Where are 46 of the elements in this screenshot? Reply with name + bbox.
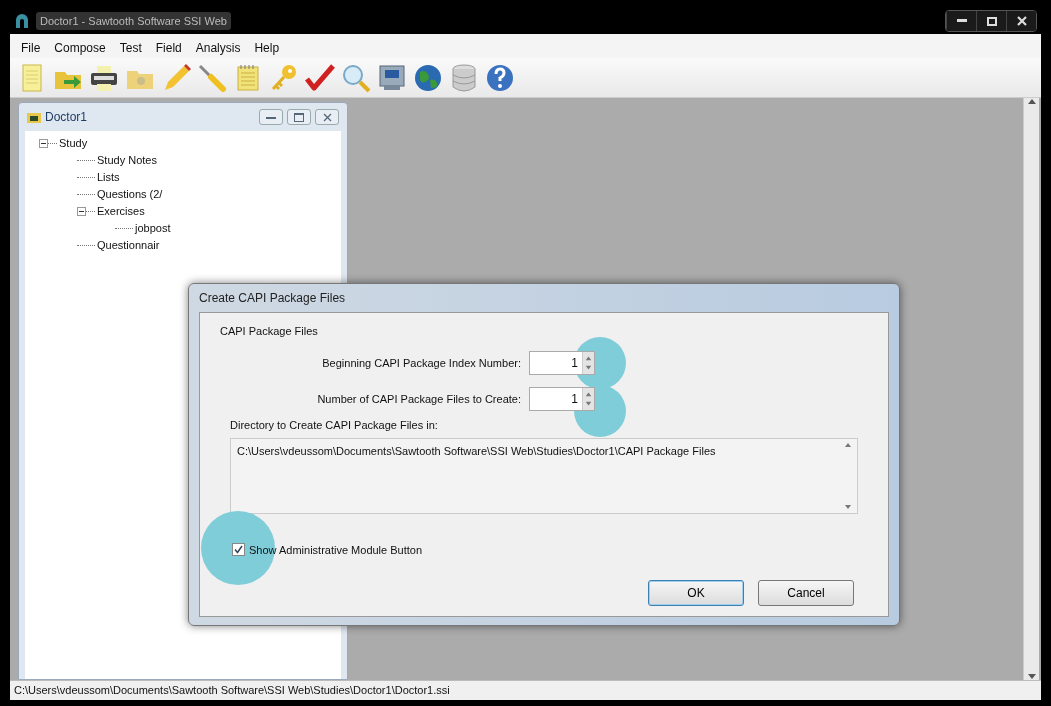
tree-item[interactable]: Exercises <box>95 203 145 220</box>
menu-item[interactable]: Test <box>112 37 149 58</box>
menu-item[interactable]: Compose <box>47 37 113 58</box>
spin-arrows-icon[interactable] <box>582 388 594 410</box>
minimize-button[interactable] <box>946 11 976 31</box>
vertical-scrollbar[interactable] <box>1023 98 1039 680</box>
menu-item[interactable]: File <box>14 37 48 58</box>
status-bar: C:\Users\vdeussom\Documents\Sawtooth Software\SSI Web\Studies\Doctor1\Doctor1.ssi <box>10 680 1041 700</box>
maximize-button[interactable] <box>976 11 1006 31</box>
window-title: Doctor1 - Sawtooth Software SSI Web <box>36 11 231 31</box>
tree-item[interactable]: Study <box>57 135 88 152</box>
tree-item[interactable]: Lists <box>95 169 120 186</box>
folder-icon <box>27 111 41 123</box>
close-icon <box>322 112 332 122</box>
field-label: Number of CAPI Package Files to Create: <box>317 391 521 407</box>
scroll-up-icon <box>845 442 851 447</box>
tree-item[interactable]: Questions (2/ <box>95 186 163 203</box>
menu-item[interactable]: Analysis <box>188 37 248 58</box>
dialog-button[interactable]: OK <box>648 580 744 606</box>
dialog-button[interactable]: Cancel <box>758 580 854 606</box>
collapse-icon[interactable] <box>39 139 48 148</box>
menu-item[interactable]: Field <box>148 37 189 58</box>
scroll-down-icon <box>845 504 851 509</box>
maximize-icon <box>986 16 997 26</box>
field-label: Beginning CAPI Package Index Number: <box>322 355 521 371</box>
spin-arrows-icon[interactable] <box>582 352 594 374</box>
directory-label: Directory to Create CAPI Package Files in: <box>230 418 439 433</box>
child-window-title: Doctor1 <box>45 109 88 126</box>
number-spinner[interactable]: 1 <box>529 351 595 375</box>
group-label: CAPI Package Files <box>220 323 319 339</box>
checkbox[interactable] <box>232 543 245 557</box>
tree-item[interactable]: jobpost <box>133 220 171 237</box>
menu-item[interactable]: Help <box>247 37 287 58</box>
close-icon <box>1016 16 1027 26</box>
dialog-title: Create CAPI Package Files <box>199 289 347 307</box>
close-button[interactable] <box>1006 11 1036 31</box>
directory-field[interactable]: C:\Users\vdeussom\Documents\Sawtooth Software\SSI Web\Studies\Doctor1\CAPI Package Files <box>230 437 858 514</box>
restore-icon <box>294 112 304 122</box>
collapse-icon[interactable] <box>77 207 86 216</box>
number-spinner[interactable]: 1 <box>529 387 595 411</box>
restore-button[interactable] <box>287 109 311 125</box>
minimize-icon <box>956 19 967 23</box>
tree-item[interactable]: Questionnair <box>95 237 160 254</box>
app-icon <box>14 13 30 29</box>
tree-item[interactable]: Study Notes <box>95 152 157 169</box>
minimize-icon <box>266 114 276 120</box>
